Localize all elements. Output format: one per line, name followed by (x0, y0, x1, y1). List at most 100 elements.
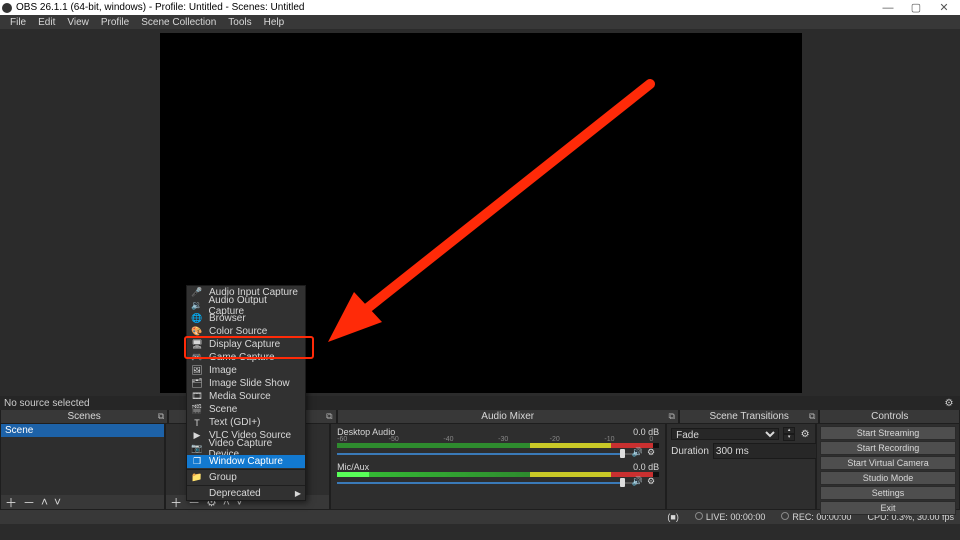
preview-area (0, 29, 960, 396)
ctxmenu-item-label: Image Slide Show (209, 378, 290, 389)
monitor-icon: 🖥 (191, 340, 203, 350)
menu-separator (187, 485, 305, 486)
minimize-button[interactable]: — (874, 2, 902, 14)
add-source-context-menu: 🎤Audio Input Capture🔉Audio Output Captur… (186, 285, 306, 501)
camera-icon: 📷 (191, 444, 202, 454)
image-icon: 🖼 (191, 366, 203, 376)
live-status: LIVE: 00:00:00 (706, 512, 766, 522)
speaker-icon[interactable]: 🔊 (632, 447, 643, 458)
menu-file[interactable]: File (4, 17, 32, 28)
menu-separator (187, 469, 305, 470)
mixer-meter (337, 472, 659, 477)
ctxmenu-item-scene[interactable]: 🎬 Scene (187, 403, 305, 416)
ctxmenu-item-window-capture[interactable]: ❐Window Capture (187, 455, 305, 468)
menu-edit[interactable]: Edit (32, 17, 61, 28)
menu-bar: File Edit View Profile Scene Collection … (0, 15, 960, 29)
mic-icon: 🎤 (191, 288, 203, 298)
ctxmenu-item-deprecated[interactable]: Deprecated ▶ (187, 487, 305, 500)
blank-icon (191, 489, 203, 499)
ctxmenu-item-audio-output-capture[interactable]: 🔉Audio Output Capture (187, 299, 305, 312)
transitions-panel-header: Scene Transitions⧉ (679, 410, 820, 424)
submenu-arrow-icon: ▶ (295, 489, 301, 498)
close-button[interactable]: ✕ (930, 1, 958, 14)
studio-mode-button[interactable]: Studio Mode (820, 471, 956, 485)
ctxmenu-item-label: Scene (209, 404, 237, 415)
ctxmenu-item-display-capture[interactable]: 🖥 Display Capture (187, 338, 305, 351)
ctxmenu-item-video-capture-device[interactable]: 📷Video Capture Device (187, 442, 305, 455)
mixer-track-name: Mic/Aux (337, 462, 369, 472)
film-icon: 🎞 (191, 392, 203, 402)
gear-icon[interactable]: ⚙ (799, 429, 811, 440)
no-source-label: No source selected (4, 398, 90, 409)
menu-scene-collection[interactable]: Scene Collection (135, 17, 222, 28)
ctxmenu-item-game-capture[interactable]: 🎮Game Capture (187, 351, 305, 364)
start-streaming-button[interactable]: Start Streaming (820, 426, 956, 440)
mixer-track-db: 0.0 dB (633, 462, 659, 472)
move-up-icon[interactable]: ˄ (41, 495, 48, 509)
add-scene-icon[interactable]: ＋ (5, 494, 17, 511)
start-virtual-camera-button[interactable]: Start Virtual Camera (820, 456, 956, 470)
ctxmenu-item-image[interactable]: 🖼 Image (187, 364, 305, 377)
start-recording-button[interactable]: Start Recording (820, 441, 956, 455)
menu-view[interactable]: View (61, 17, 95, 28)
transition-spin[interactable]: ▴▾ (783, 427, 795, 441)
undock-icon[interactable]: ⧉ (668, 411, 674, 422)
ctxmenu-item-group[interactable]: 📁Group (187, 471, 305, 484)
mixer-panel-header: Audio Mixer⧉ (337, 410, 679, 424)
mixer-meter (337, 443, 659, 448)
ctxmenu-item-browser[interactable]: 🌐 Browser (187, 312, 305, 325)
duration-label: Duration (671, 446, 709, 457)
exit-button[interactable]: Exit (820, 501, 956, 515)
settings-button[interactable]: Settings (820, 486, 956, 500)
ctxmenu-item-label: Browser (209, 313, 246, 324)
mixer-volume-slider[interactable]: 🔊 ⚙ (337, 449, 659, 458)
status-bar: (■) LIVE: 00:00:00 REC: 00:00:00 CPU: 0.… (0, 510, 960, 524)
ctxmenu-item-label: Window Capture (209, 456, 283, 467)
menu-profile[interactable]: Profile (95, 17, 135, 28)
maximize-button[interactable]: ▢ (902, 1, 930, 14)
gear-icon[interactable]: ⚙ (647, 476, 655, 487)
live-indicator-icon (695, 512, 703, 520)
menu-tools[interactable]: Tools (222, 17, 257, 28)
palette-icon: 🎨 (191, 327, 203, 337)
speaker-icon: 🔉 (191, 301, 202, 311)
ctxmenu-item-label: Media Source (209, 391, 271, 402)
ctxmenu-item-image-slide-show[interactable]: 🗂 Image Slide Show (187, 377, 305, 390)
dock-icon[interactable]: (■) (667, 512, 678, 522)
mixer-volume-slider[interactable]: 🔊 ⚙ (337, 478, 659, 487)
ctxmenu-item-label: Color Source (209, 326, 267, 337)
speaker-icon[interactable]: 🔊 (632, 476, 643, 487)
folder-icon: 📁 (191, 473, 203, 483)
ctxmenu-item-text-gdi-[interactable]: T Text (GDI+) (187, 416, 305, 429)
scenes-toolbar: ＋ － ˄ ˅ (1, 495, 164, 509)
ctxmenu-item-label: Image (209, 365, 237, 376)
undock-icon[interactable]: ⧉ (158, 411, 164, 422)
source-properties-gear-icon[interactable]: ⚙ (942, 398, 956, 409)
ctxmenu-item-label: Display Capture (209, 339, 280, 350)
gear-icon[interactable]: ⚙ (647, 447, 655, 458)
menu-help[interactable]: Help (258, 17, 291, 28)
rec-indicator-icon (781, 512, 789, 520)
add-source-icon[interactable]: ＋ (170, 494, 182, 511)
undock-icon[interactable]: ⧉ (326, 411, 332, 422)
play-icon: ▶ (191, 431, 203, 441)
clapper-icon: 🎬 (191, 405, 203, 415)
text-icon: T (191, 418, 203, 428)
move-down-icon[interactable]: ˅ (54, 495, 61, 509)
scene-item[interactable]: Scene (1, 424, 164, 437)
window-titlebar: OBS 26.1.1 (64-bit, windows) - Profile: … (0, 0, 960, 15)
ctxmenu-item-label: Deprecated (209, 488, 261, 499)
ctxmenu-item-media-source[interactable]: 🎞 Media Source (187, 390, 305, 403)
controls-panel: Start Streaming Start Recording Start Vi… (816, 424, 960, 510)
slides-icon: 🗂 (191, 379, 203, 389)
ctxmenu-item-color-source[interactable]: 🎨 Color Source (187, 325, 305, 338)
ctxmenu-item-label: Text (GDI+) (209, 417, 260, 428)
audio-mixer-panel: Desktop Audio0.0 dB -60-50-40-30-20-100 … (330, 424, 666, 510)
undock-icon[interactable]: ⧉ (809, 411, 815, 422)
scenes-panel: Scene ＋ － ˄ ˅ (0, 424, 165, 510)
transitions-panel: Fade ▴▾ ⚙ Duration ▴▾ (666, 424, 816, 510)
remove-scene-icon[interactable]: － (23, 494, 35, 511)
globe-icon: 🌐 (191, 314, 203, 324)
transition-select[interactable]: Fade (671, 428, 779, 440)
window-title: OBS 26.1.1 (64-bit, windows) - Profile: … (16, 2, 874, 13)
